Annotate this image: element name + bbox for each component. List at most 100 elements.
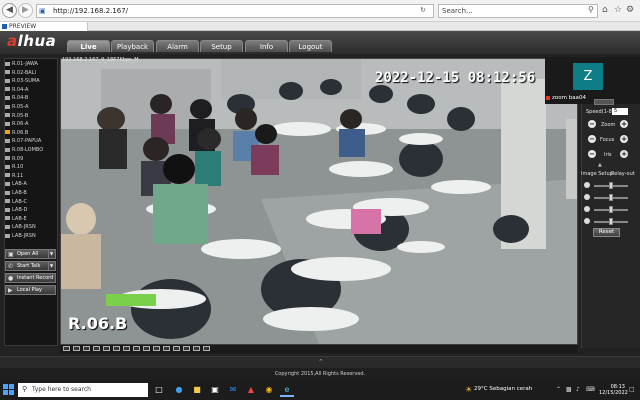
channel-label: R.05-B [12,112,29,119]
info-video-icon[interactable] [203,346,210,351]
forward-button[interactable]: ▶ [18,3,33,18]
tab-alarm[interactable]: Alarm [156,40,199,52]
favorites-icon[interactable]: ☆ [614,5,622,15]
zoom-in-button[interactable]: + [620,120,628,128]
weather-text[interactable]: 29°C Sebagian cerah [474,386,532,392]
channel-item[interactable]: LAB-E [5,215,57,224]
search-icon[interactable]: ⚲ [588,5,594,14]
refresh-icon[interactable]: ↻ [420,6,426,14]
channel-item[interactable]: LAB-B [5,189,57,198]
camera-icon [5,224,10,229]
chevron-up-icon[interactable]: ▲ [598,162,602,168]
layout-16-icon[interactable] [93,346,100,351]
channel-item[interactable]: R.05-A [5,103,57,112]
zoom-out-button[interactable]: − [588,120,596,128]
channel-item[interactable]: R.08-LOMBO [5,146,57,155]
channel-item[interactable]: LAB-A [5,180,57,189]
ptz-collapse-handle[interactable] [594,99,614,105]
layout-4-icon[interactable] [73,346,80,351]
app-icon[interactable]: ▲ [244,383,258,397]
scale-icon[interactable] [173,346,180,351]
chevron-up-icon[interactable]: ⌃ [318,358,324,366]
channel-item[interactable]: R.09 [5,155,57,164]
iris-in-button[interactable]: + [620,150,628,158]
notification-icon[interactable]: □ [629,386,635,393]
channel-item[interactable]: R.02-BALI [5,69,57,78]
snapshot-icon[interactable] [113,346,120,351]
channel-item[interactable]: R.07-PAPUA [5,137,57,146]
volume-icon[interactable]: ♪ [576,386,580,393]
file-explorer-icon[interactable]: ■ [190,383,204,397]
tab-logout[interactable]: Logout [289,40,332,52]
focus-out-button[interactable]: − [588,135,596,143]
tray-chevron-icon[interactable]: ⌃ [556,386,561,393]
audio-icon[interactable] [133,346,140,351]
windows-start-icon[interactable] [3,384,14,395]
channel-item[interactable]: R.04-B [5,94,57,103]
back-button[interactable]: ◀ [2,3,17,18]
task-view-icon[interactable]: □ [152,383,166,397]
internet-explorer-icon[interactable]: e [280,383,294,397]
home-icon[interactable]: ⌂ [602,5,608,15]
live-video[interactable] [60,58,578,348]
refresh-video-icon[interactable] [183,346,190,351]
focus-in-button[interactable]: + [620,135,628,143]
start-talk-button[interactable]: ✆ Start Talk ▼ [5,261,56,271]
chevron-down-icon[interactable]: ▼ [48,262,54,270]
network-icon[interactable]: ▩ [566,386,572,393]
image-setup-label[interactable]: Image Setup [581,171,613,177]
layout-1-icon[interactable] [63,346,70,351]
zoom-digital-icon[interactable] [143,346,150,351]
open-all-button[interactable]: ▣ Open All ▼ [5,249,56,259]
contrast-slider-knob[interactable] [609,194,613,201]
channel-item[interactable]: R.03-SUMA [5,77,57,86]
channel-label: R.02-BALI [12,69,36,76]
channel-item[interactable]: LAB-JRSN [5,223,57,232]
channel-item[interactable]: R.01-JAWA [5,60,57,69]
speed-select[interactable]: 5 [612,108,628,115]
camera-icon [5,190,10,195]
brightness-slider-knob[interactable] [609,182,613,189]
record-video-icon[interactable] [123,346,130,351]
copyright: Copyright 2015,All Rights Reserved. [0,368,640,380]
clock[interactable]: 08:13 12/15/2022 [599,384,628,396]
close-all-icon[interactable] [153,346,160,351]
reset-button[interactable]: Reset [593,228,620,237]
tab-preview[interactable]: PREVIEW [0,22,88,31]
local-play-button[interactable]: ▶ Local Play [5,285,56,295]
tab-live[interactable]: Live [67,40,110,52]
channel-list[interactable]: R.01-JAWA R.02-BALI R.03-SUMA R.04-A R.04-B R… [5,60,57,238]
edge-icon[interactable]: ● [172,383,186,397]
chevron-down-icon[interactable]: ▼ [48,250,54,258]
channel-item[interactable]: R.06-A [5,120,57,129]
chrome-icon[interactable]: ◉ [262,383,276,397]
settings-video-icon[interactable] [193,346,200,351]
channel-item[interactable]: R.04-A [5,86,57,95]
hue-slider-knob[interactable] [609,218,613,225]
mail-icon[interactable]: ✉ [226,383,240,397]
layout-9-icon[interactable] [83,346,90,351]
taskbar-search-input[interactable]: Type here to search [18,383,148,397]
tab-info[interactable]: Info [245,40,288,52]
channel-item[interactable]: R.06.B [5,129,57,138]
settings-gear-icon[interactable]: ⚙ [626,5,634,15]
channel-item[interactable]: R.11 [5,172,57,181]
tab-setup[interactable]: Setup [200,40,243,52]
channel-item[interactable]: LAB-D [5,206,57,215]
channel-item[interactable]: R.05-B [5,112,57,121]
iris-out-button[interactable]: − [588,150,596,158]
channel-item[interactable]: R.10 [5,163,57,172]
saturation-slider-knob[interactable] [609,206,613,213]
tab-playback[interactable]: Playback [111,40,154,52]
instant-record-button[interactable]: ● Instant Record [5,273,56,283]
address-bar[interactable]: http://192.168.2.167/ [36,4,434,18]
stream-type-icon[interactable] [163,346,170,351]
relay-out-label[interactable]: Relay-out [611,171,635,177]
store-icon[interactable]: ▣ [208,383,222,397]
channel-item[interactable]: LAB-C [5,198,57,207]
fullscreen-icon[interactable] [103,346,110,351]
search-input[interactable]: Search... [438,4,598,18]
channel-item[interactable]: LAB-JRSN [5,232,57,238]
iris-label: Iris [604,152,612,158]
keyboard-icon[interactable]: ⌨ [586,386,595,393]
